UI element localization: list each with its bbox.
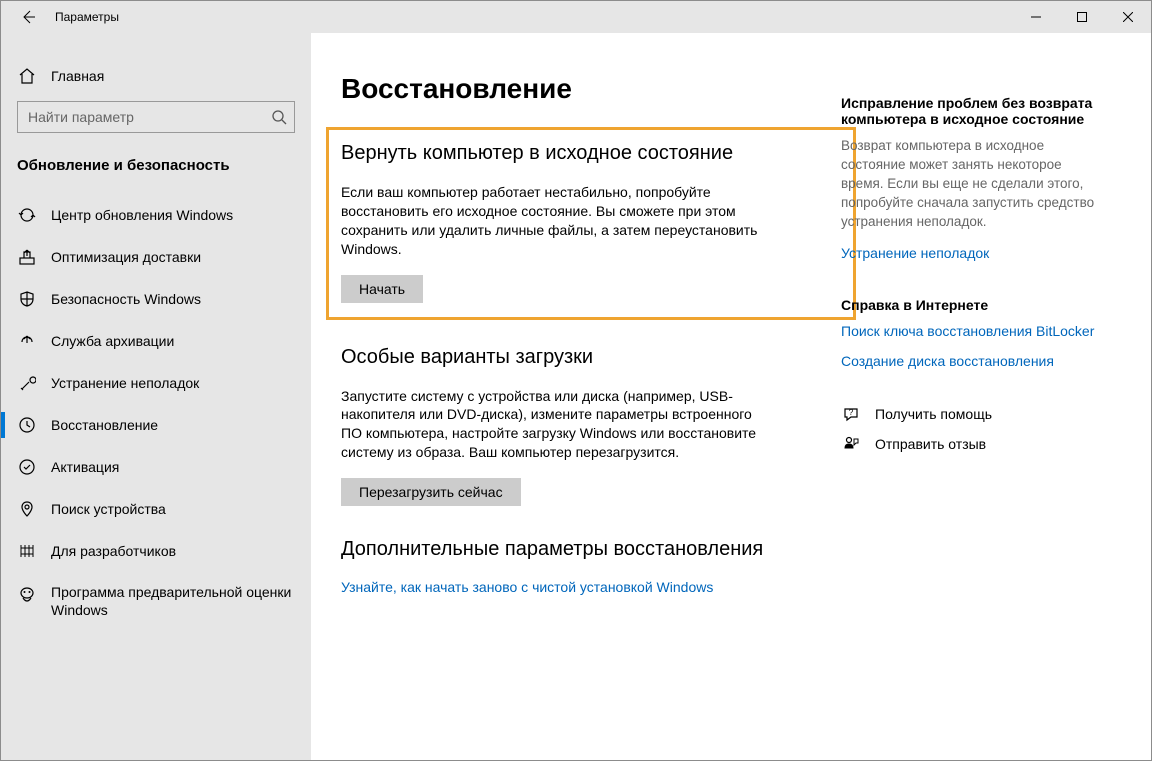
troubleshoot-title: Исправление проблем без возврата компьют… (841, 95, 1101, 127)
location-icon (17, 499, 37, 519)
sidebar: Главная Обновление и безопасность Центр … (1, 33, 311, 760)
reset-start-button[interactable]: Начать (341, 275, 423, 303)
sidebar-item-security[interactable]: Безопасность Windows (1, 278, 311, 320)
troubleshoot-desc: Возврат компьютера в исходное состояние … (841, 137, 1101, 231)
backup-icon (17, 331, 37, 351)
back-button[interactable] (7, 1, 49, 33)
advanced-startup-title: Особые варианты загрузки (341, 346, 841, 369)
sidebar-item-troubleshoot[interactable]: Устранение неполадок (1, 362, 311, 404)
recovery-icon (17, 415, 37, 435)
page-title: Восстановление (341, 73, 841, 105)
main-content: Восстановление Вернуть компьютер в исход… (311, 33, 1151, 760)
close-button[interactable] (1105, 1, 1151, 33)
search-input[interactable] (17, 101, 295, 133)
reset-pc-section: Вернуть компьютер в исходное состояние Е… (326, 127, 856, 320)
sidebar-item-label: Центр обновления Windows (51, 207, 233, 223)
troubleshoot-link[interactable]: Устранение неполадок (841, 245, 1101, 261)
delivery-icon (17, 247, 37, 267)
sync-icon (17, 205, 37, 225)
shield-icon (17, 289, 37, 309)
more-recovery-title: Дополнительные параметры восстановления (341, 538, 841, 561)
sidebar-item-label: Восстановление (51, 417, 158, 433)
bitlocker-link[interactable]: Поиск ключа восстановления BitLocker (841, 323, 1101, 339)
maximize-button[interactable] (1059, 1, 1105, 33)
sidebar-item-label: Для разработчиков (51, 543, 176, 559)
sidebar-item-activation[interactable]: Активация (1, 446, 311, 488)
wrench-icon (17, 373, 37, 393)
sidebar-item-label: Служба архивации (51, 333, 174, 349)
search-wrap (17, 101, 295, 133)
insider-icon (17, 585, 37, 605)
sidebar-item-label: Программа предварительной оценки Windows (51, 583, 295, 619)
sidebar-item-delivery[interactable]: Оптимизация доставки (1, 236, 311, 278)
restart-now-button[interactable]: Перезагрузить сейчас (341, 478, 521, 506)
advanced-startup-desc: Запустите систему с устройства или диска… (341, 387, 761, 463)
sidebar-item-findmydevice[interactable]: Поиск устройства (1, 488, 311, 530)
developers-icon (17, 541, 37, 561)
settings-window: Параметры Главная (0, 0, 1152, 761)
sidebar-item-recovery[interactable]: Восстановление (1, 404, 311, 446)
sidebar-item-insider[interactable]: Программа предварительной оценки Windows (1, 572, 311, 630)
sidebar-item-label: Устранение неполадок (51, 375, 199, 391)
right-column: Исправление проблем без возврата компьют… (841, 33, 1131, 760)
recovery-drive-link[interactable]: Создание диска восстановления (841, 353, 1101, 369)
window-title: Параметры (49, 10, 119, 24)
close-icon (1123, 12, 1133, 22)
sidebar-item-developers[interactable]: Для разработчиков (1, 530, 311, 572)
reset-title: Вернуть компьютер в исходное состояние (341, 142, 841, 165)
help-chat-icon: ? (841, 405, 861, 423)
feedback-label: Отправить отзыв (875, 436, 986, 452)
web-help-title: Справка в Интернете (841, 297, 1101, 313)
maximize-icon (1077, 12, 1087, 22)
advanced-startup-section: Особые варианты загрузки Запустите систе… (341, 346, 841, 507)
feedback-icon (841, 435, 861, 453)
more-recovery-section: Дополнительные параметры восстановления … (341, 538, 841, 595)
sidebar-item-label: Активация (51, 459, 119, 475)
sidebar-home-label: Главная (51, 68, 104, 84)
fresh-start-link[interactable]: Узнайте, как начать заново с чистой уста… (341, 579, 713, 595)
check-circle-icon (17, 457, 37, 477)
sidebar-item-backup[interactable]: Служба архивации (1, 320, 311, 362)
home-icon (17, 66, 37, 86)
arrow-left-icon (20, 9, 36, 25)
minimize-icon (1031, 12, 1041, 22)
get-help-button[interactable]: ? Получить помощь (841, 405, 1101, 423)
feedback-button[interactable]: Отправить отзыв (841, 435, 1101, 453)
sidebar-home[interactable]: Главная (1, 55, 311, 97)
sidebar-item-label: Поиск устройства (51, 501, 166, 517)
sidebar-item-update[interactable]: Центр обновления Windows (1, 194, 311, 236)
sidebar-item-label: Оптимизация доставки (51, 249, 201, 265)
sidebar-item-label: Безопасность Windows (51, 291, 201, 307)
minimize-button[interactable] (1013, 1, 1059, 33)
titlebar: Параметры (1, 1, 1151, 33)
reset-desc: Если ваш компьютер работает нестабильно,… (341, 183, 761, 259)
svg-text:?: ? (849, 408, 854, 417)
sidebar-section: Обновление и безопасность (1, 151, 311, 194)
get-help-label: Получить помощь (875, 406, 992, 422)
